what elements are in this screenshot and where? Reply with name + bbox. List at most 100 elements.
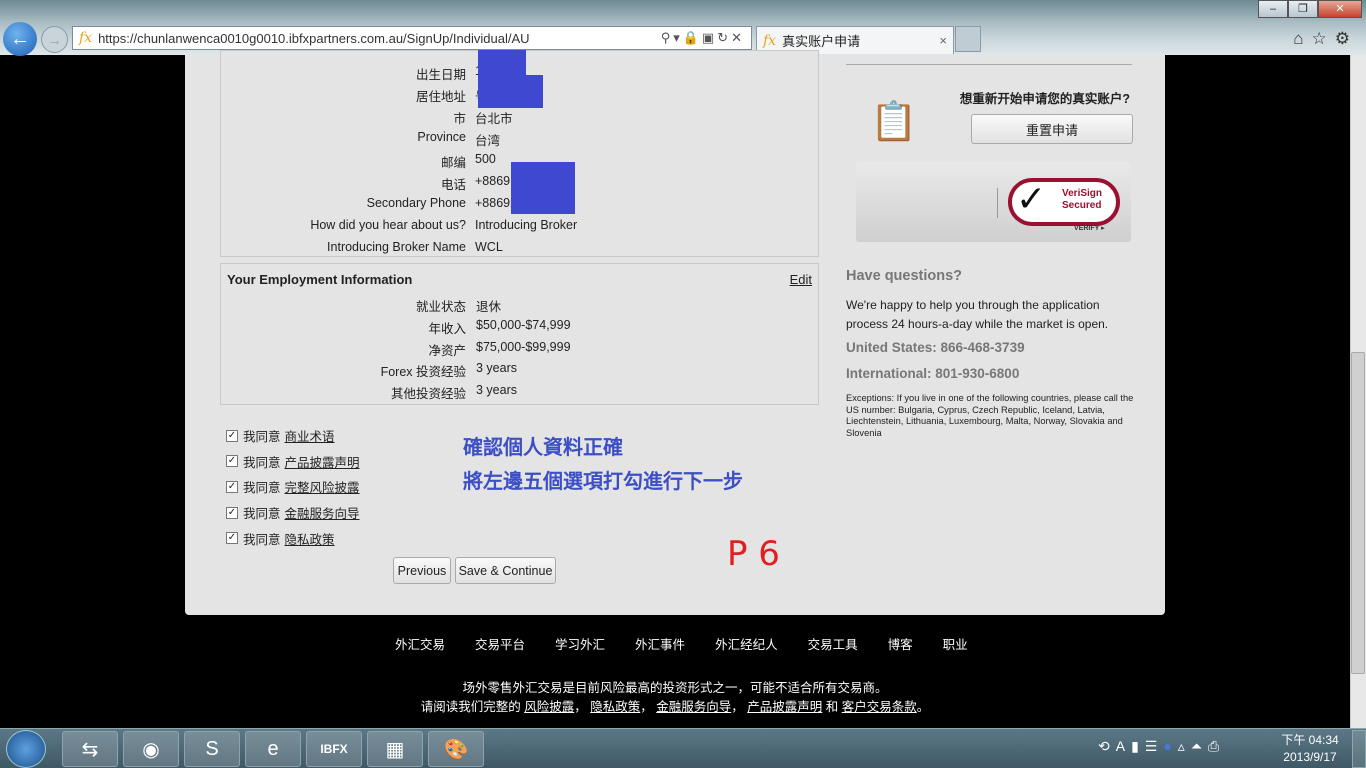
field-value: 台湾 bbox=[475, 134, 501, 148]
field-value: $75,000-$99,999 bbox=[476, 339, 571, 354]
agreement-item: ✓ 我同意 隐私政策 bbox=[226, 529, 335, 548]
separator: ， bbox=[574, 700, 587, 714]
edit-link[interactable]: Edit bbox=[790, 272, 812, 287]
field-label: Introducing Broker Name bbox=[327, 240, 466, 254]
section-title: Your Employment Information bbox=[227, 272, 413, 287]
field-label: Province bbox=[417, 130, 466, 144]
info-row: How did you hear about us? Introducing Br… bbox=[221, 218, 819, 238]
agreement-link[interactable]: 金融服务向导 bbox=[285, 503, 360, 522]
field-value: 3 years bbox=[476, 361, 517, 376]
star-icon[interactable]: ☆ bbox=[1312, 29, 1335, 48]
verisign-secured: Secured bbox=[1062, 200, 1102, 211]
field-value: $50,000-$74,999 bbox=[476, 317, 571, 332]
page-annotation: P 6 bbox=[727, 534, 780, 574]
agreement-link[interactable]: 完整风险披露 bbox=[285, 477, 360, 496]
verisign-logo: ✓ VeriSign Secured bbox=[1008, 178, 1120, 226]
info-row: Introducing Broker Name WCL bbox=[221, 240, 819, 260]
field-label: How did you hear about us? bbox=[310, 218, 466, 232]
footer-link[interactable]: 交易平台 bbox=[475, 634, 525, 653]
footer-links-line: 请阅读我们完整的 风险披露， 隐私政策， 金融服务向导， 产品披露声明 和 客户… bbox=[0, 696, 1350, 715]
save-continue-button[interactable]: Save & Continue bbox=[455, 557, 556, 584]
checkmark-icon: ✓ bbox=[1016, 178, 1047, 219]
new-tab-button[interactable] bbox=[955, 26, 981, 52]
tab-close-icon[interactable]: × bbox=[939, 33, 947, 48]
agreement-prefix: 我同意 bbox=[243, 507, 281, 522]
footer-link[interactable]: 交易工具 bbox=[808, 634, 858, 653]
back-button[interactable]: ← bbox=[3, 22, 37, 56]
clock[interactable]: 下午 04:34 2013/9/17 bbox=[1275, 732, 1345, 766]
agreement-item: ✓ 我同意 商业术语 bbox=[226, 426, 335, 445]
field-label: 净资产 bbox=[428, 343, 466, 358]
home-icon[interactable]: ⌂ bbox=[1293, 29, 1311, 48]
previous-button[interactable]: Previous bbox=[393, 557, 451, 584]
annotation-line2: 將左邊五個選項打勾進行下一步 bbox=[463, 469, 743, 493]
agreement-link[interactable]: 隐私政策 bbox=[285, 529, 335, 548]
window-controls: – ❐ ✕ bbox=[1258, 0, 1362, 18]
address-bar[interactable]: fx https://chunlanwenca0010g0010.ibfxpar… bbox=[72, 26, 752, 50]
reset-application-button[interactable]: 重置申请 bbox=[971, 114, 1133, 144]
international-phone: International: 801-930-6800 bbox=[846, 366, 1020, 381]
address-bar-icons[interactable]: ⚲▾🔒▣↻✕ bbox=[661, 30, 745, 46]
forward-button[interactable]: → bbox=[41, 26, 68, 53]
help-text: We're happy to help you through the appl… bbox=[846, 298, 1109, 331]
scrollbar-thumb[interactable] bbox=[1351, 352, 1365, 674]
field-label: 市 bbox=[453, 112, 466, 126]
field-label: 出生日期 bbox=[415, 68, 466, 82]
tab-favicon-icon: fx bbox=[763, 32, 777, 49]
agreement-checkbox[interactable]: ✓ bbox=[226, 480, 238, 493]
toolbar-icons[interactable]: ⌂☆⚙ bbox=[1293, 29, 1358, 49]
agreement-checkbox[interactable]: ✓ bbox=[226, 506, 238, 519]
redaction bbox=[478, 75, 543, 108]
agreement-prefix: 我同意 bbox=[243, 455, 281, 470]
close-window-button[interactable]: ✕ bbox=[1318, 0, 1362, 18]
show-desktop-button[interactable] bbox=[1352, 730, 1366, 768]
separator: ， bbox=[731, 700, 744, 714]
agreement-link[interactable]: 商业术语 bbox=[285, 426, 335, 445]
field-value: WCL bbox=[475, 240, 503, 254]
info-row: 净资产 $75,000-$99,999 bbox=[221, 340, 819, 360]
footer-link[interactable]: 外汇经纪人 bbox=[715, 634, 778, 653]
start-button[interactable] bbox=[6, 730, 46, 768]
us-phone: United States: 866-468-3739 bbox=[846, 340, 1025, 355]
redaction bbox=[478, 50, 526, 78]
taskbar-calculator-icon[interactable]: ▦ bbox=[367, 731, 423, 767]
footer-text: 请阅读我们完整的 bbox=[420, 700, 521, 714]
field-label: Secondary Phone bbox=[366, 196, 466, 210]
verisign-name: VeriSign bbox=[1062, 188, 1103, 199]
employment-section: Your Employment Information Edit 就业状态 退休年… bbox=[220, 263, 819, 405]
taskbar-ibfx-icon[interactable]: IBFX bbox=[306, 731, 362, 767]
footer-text: 。 bbox=[916, 700, 930, 714]
footer-policy-link[interactable]: 产品披露声明 bbox=[747, 700, 822, 714]
taskbar-paint-icon[interactable]: 🎨 bbox=[428, 731, 484, 767]
taskbar-chrome-icon[interactable]: ◉ bbox=[123, 731, 179, 767]
taskbar-skype-icon[interactable]: S bbox=[184, 731, 240, 767]
footer-policy-link[interactable]: 风险披露 bbox=[524, 700, 574, 714]
footer-policy-link[interactable]: 金融服务向导 bbox=[656, 700, 731, 714]
restart-question: 想重新开始申请您的真实账户? bbox=[959, 92, 1130, 106]
info-row: 年收入 $50,000-$74,999 bbox=[221, 318, 819, 338]
agreement-checkbox[interactable]: ✓ bbox=[226, 429, 238, 442]
footer-policy-link[interactable]: 客户交易条款 bbox=[842, 700, 917, 714]
footer-link[interactable]: 学习外汇 bbox=[555, 634, 605, 653]
gear-icon[interactable]: ⚙ bbox=[1335, 29, 1358, 48]
footer-link[interactable]: 博客 bbox=[888, 634, 913, 653]
agreement-checkbox[interactable]: ✓ bbox=[226, 455, 238, 468]
maximize-button[interactable]: ❐ bbox=[1288, 0, 1318, 18]
footer-link[interactable]: 职业 bbox=[943, 634, 968, 653]
footer-link[interactable]: 外汇交易 bbox=[395, 634, 445, 653]
footer-policy-link[interactable]: 隐私政策 bbox=[590, 700, 640, 714]
agreement-checkbox[interactable]: ✓ bbox=[226, 532, 238, 545]
taskbar-teamviewer-icon[interactable]: ⇆ bbox=[62, 731, 118, 767]
agreement-item: ✓ 我同意 完整风险披露 bbox=[226, 477, 360, 496]
taskbar-internet-explorer-icon[interactable]: e bbox=[245, 731, 301, 767]
verisign-seal[interactable]: ✓ VeriSign Secured VERIFY ▸ bbox=[856, 162, 1131, 242]
agreement-link[interactable]: 产品披露声明 bbox=[285, 452, 360, 471]
redaction bbox=[511, 162, 575, 214]
field-label: 年收入 bbox=[428, 321, 466, 336]
system-tray-icons[interactable]: ⟲A▮☰●▵⏶⎙ bbox=[1098, 738, 1225, 755]
field-value: 退休 bbox=[476, 300, 502, 314]
minimize-button[interactable]: – bbox=[1258, 0, 1288, 18]
info-row: 市台北市 bbox=[221, 108, 819, 128]
footer-disclaimer: 场外零售外汇交易是目前风险最高的投资形式之一，可能不适合所有交易商。 bbox=[462, 681, 888, 695]
footer-link[interactable]: 外汇事件 bbox=[635, 634, 685, 653]
